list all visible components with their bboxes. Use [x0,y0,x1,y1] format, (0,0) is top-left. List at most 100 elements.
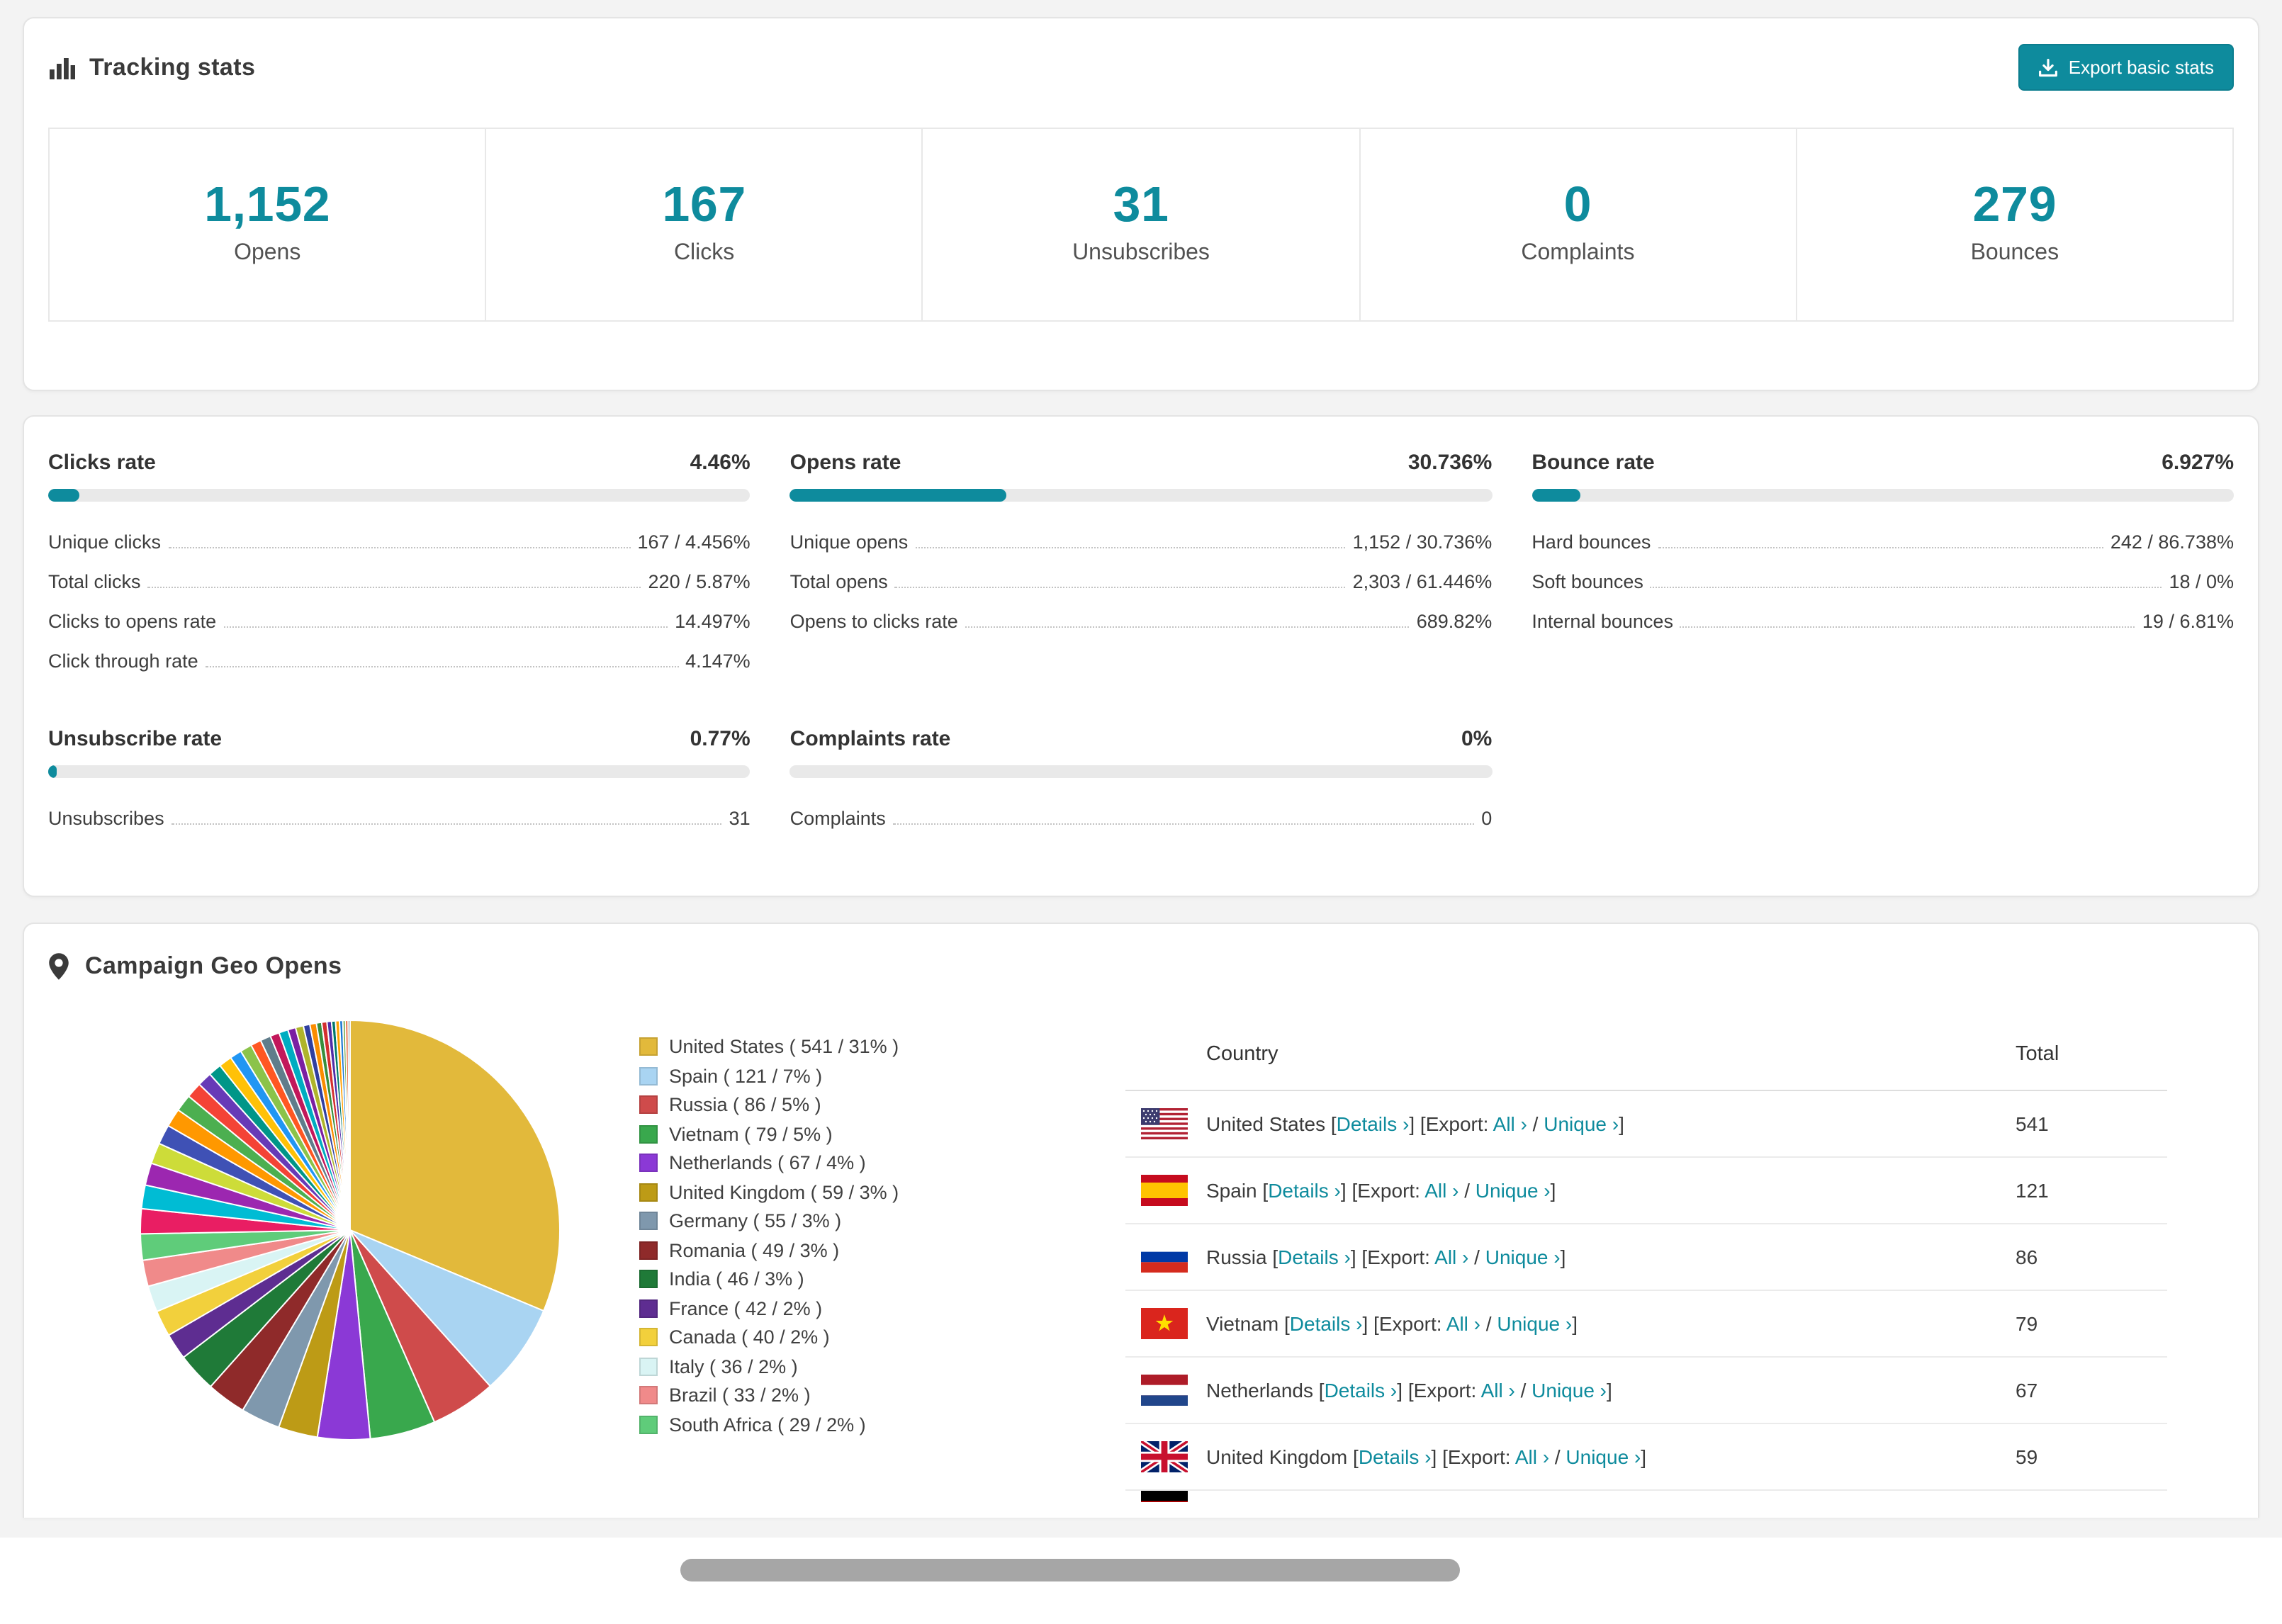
progress-bar-fill [1531,489,1580,502]
legend-swatch-icon [639,1095,658,1114]
export-all-link[interactable]: All › [1446,1313,1480,1336]
stat-label: Complaints [1521,241,1635,266]
rate-title: Opens rate [789,451,901,475]
export-all-link[interactable]: All › [1515,1446,1549,1469]
flag-es-icon [1141,1175,1188,1207]
rate-title: Bounce rate [1531,451,1655,475]
stat-label: Opens [234,241,301,266]
legend-label: Brazil ( 33 / 2% ) [669,1385,811,1406]
country-cell: Russia [Details ›] [Export: All › / Uniq… [1125,1241,2016,1273]
rate-rows: Unique clicks 167 / 4.456% Total clicks 220… [48,515,751,674]
total-cell: 59 [2016,1445,2038,1469]
stat-box-clicks: 167 Clicks [486,129,923,321]
legend-swatch-icon [639,1328,658,1346]
legend-label: United States ( 541 / 31% ) [669,1036,899,1057]
legend-swatch-icon [639,1241,658,1259]
legend-label: South Africa ( 29 / 2% ) [669,1414,866,1435]
flag-vn-icon [1141,1308,1188,1340]
export-unique-link[interactable]: Unique › [1485,1246,1561,1269]
metric-value: 689.82% [1416,611,1493,633]
dotted-leader [223,626,668,628]
export-unique-link[interactable]: Unique › [1531,1380,1607,1402]
country-cell: United States [Details ›] [Export: All ›… [1125,1108,2016,1140]
export-unique-link[interactable]: Unique › [1566,1446,1641,1469]
details-link[interactable]: Details › [1325,1380,1398,1402]
dotted-leader [892,823,1475,825]
geo-row-netherlands: Netherlands [Details ›] [Export: All › /… [1125,1358,2167,1425]
details-link[interactable]: Details › [1359,1446,1432,1469]
legend-swatch-icon [639,1415,658,1433]
export-basic-stats-button[interactable]: Export basic stats [2018,44,2234,91]
metric-label: Total opens [789,571,888,593]
legend-label: India ( 46 / 3% ) [669,1268,804,1290]
rate-title: Complaints rate [789,727,951,752]
geo-row-partial [1125,1491,2167,1503]
legend-swatch-icon [639,1037,658,1056]
geo-opens-body: United States ( 541 / 31% ) Spain ( 121 /… [48,1001,2234,1503]
dotted-leader [147,587,641,589]
metric-row: Clicks to opens rate 14.497% [48,594,751,634]
progress-bar-track [48,765,751,779]
tracking-stats-header: Tracking stats Export basic stats [24,18,2258,91]
progress-bar-fill [48,489,80,502]
metric-row: Internal bounces 19 / 6.81% [1531,594,2234,634]
metric-value: 1,152 / 30.736% [1352,531,1493,553]
stat-value: 31 [1113,177,1169,232]
details-link[interactable]: Details › [1278,1246,1351,1269]
details-link[interactable]: Details › [1290,1313,1363,1336]
geo-opens-title: Campaign Geo Opens [85,952,342,980]
legend-label: Spain ( 121 / 7% ) [669,1065,823,1086]
geo-pie-legend: United States ( 541 / 31% ) Spain ( 121 /… [639,1032,899,1439]
progress-bar-track [789,765,1493,779]
stat-value: 167 [662,177,746,232]
geo-table: Country Total United States [Details ›] … [1125,1001,2167,1503]
map-pin-icon [48,953,69,981]
legend-label: Germany ( 55 / 3% ) [669,1210,842,1231]
metric-value: 4.147% [685,650,751,672]
geo-pie-chart [137,1018,563,1443]
rate-title: Clicks rate [48,451,156,475]
dotted-leader [1650,587,2162,589]
progress-bar-fill [48,765,57,779]
metric-value: 14.497% [675,611,751,633]
stat-value: 0 [1563,177,1592,232]
flag-ru-icon [1141,1241,1188,1273]
export-all-link[interactable]: All › [1481,1380,1515,1402]
stat-box-unsubscribes: 31 Unsubscribes [923,129,1361,321]
progress-bar-track [48,489,751,502]
details-link[interactable]: Details › [1268,1180,1341,1202]
flag-nl-icon [1141,1375,1188,1406]
legend-item-romania: Romania ( 49 / 3% ) [639,1236,899,1265]
country-text: United Kingdom [Details ›] [Export: All … [1206,1445,1647,1469]
rate-head: Clicks rate 4.46% [48,451,751,475]
geo-row-russia: Russia [Details ›] [Export: All › / Uniq… [1125,1224,2167,1292]
export-unique-link[interactable]: Unique › [1544,1113,1619,1136]
legend-label: Netherlands ( 67 / 4% ) [669,1152,866,1173]
metric-value: 31 [729,808,751,830]
export-all-link[interactable]: All › [1434,1246,1468,1269]
stat-box-opens: 1,152 Opens [50,129,487,321]
export-all-link[interactable]: All › [1493,1113,1527,1136]
metric-label: Click through rate [48,650,198,672]
dotted-leader [171,823,722,825]
geo-table-rows: United States [Details ›] [Export: All ›… [1125,1091,2167,1503]
metric-value: 242 / 86.738% [2110,531,2234,553]
rate-value: 0% [1461,727,1493,752]
geo-row-united-states: United States [Details ›] [Export: All ›… [1125,1091,2167,1158]
details-link[interactable]: Details › [1337,1113,1410,1136]
rate-head: Complaints rate 0% [790,728,1493,752]
metric-value: 220 / 5.87% [648,571,751,593]
dotted-leader [894,587,1346,589]
metric-label: Total clicks [48,571,141,593]
legend-label: Canada ( 40 / 2% ) [669,1326,830,1348]
export-unique-link[interactable]: Unique › [1476,1180,1551,1202]
metric-label: Hard bounces [1531,531,1651,553]
legend-item-netherlands: Netherlands ( 67 / 4% ) [639,1149,899,1178]
export-unique-link[interactable]: Unique › [1497,1313,1572,1336]
export-all-link[interactable]: All › [1424,1180,1458,1202]
stats-row: 1,152 Opens 167 Clicks 31 Unsubscribes 0 Compla… [48,128,2234,322]
metric-row: Total clicks 220 / 5.87% [48,555,751,594]
rate-title: Unsubscribe rate [48,727,223,752]
horizontal-scrollbar-thumb[interactable] [680,1559,1460,1581]
flag-de-icon [1141,1491,1188,1503]
